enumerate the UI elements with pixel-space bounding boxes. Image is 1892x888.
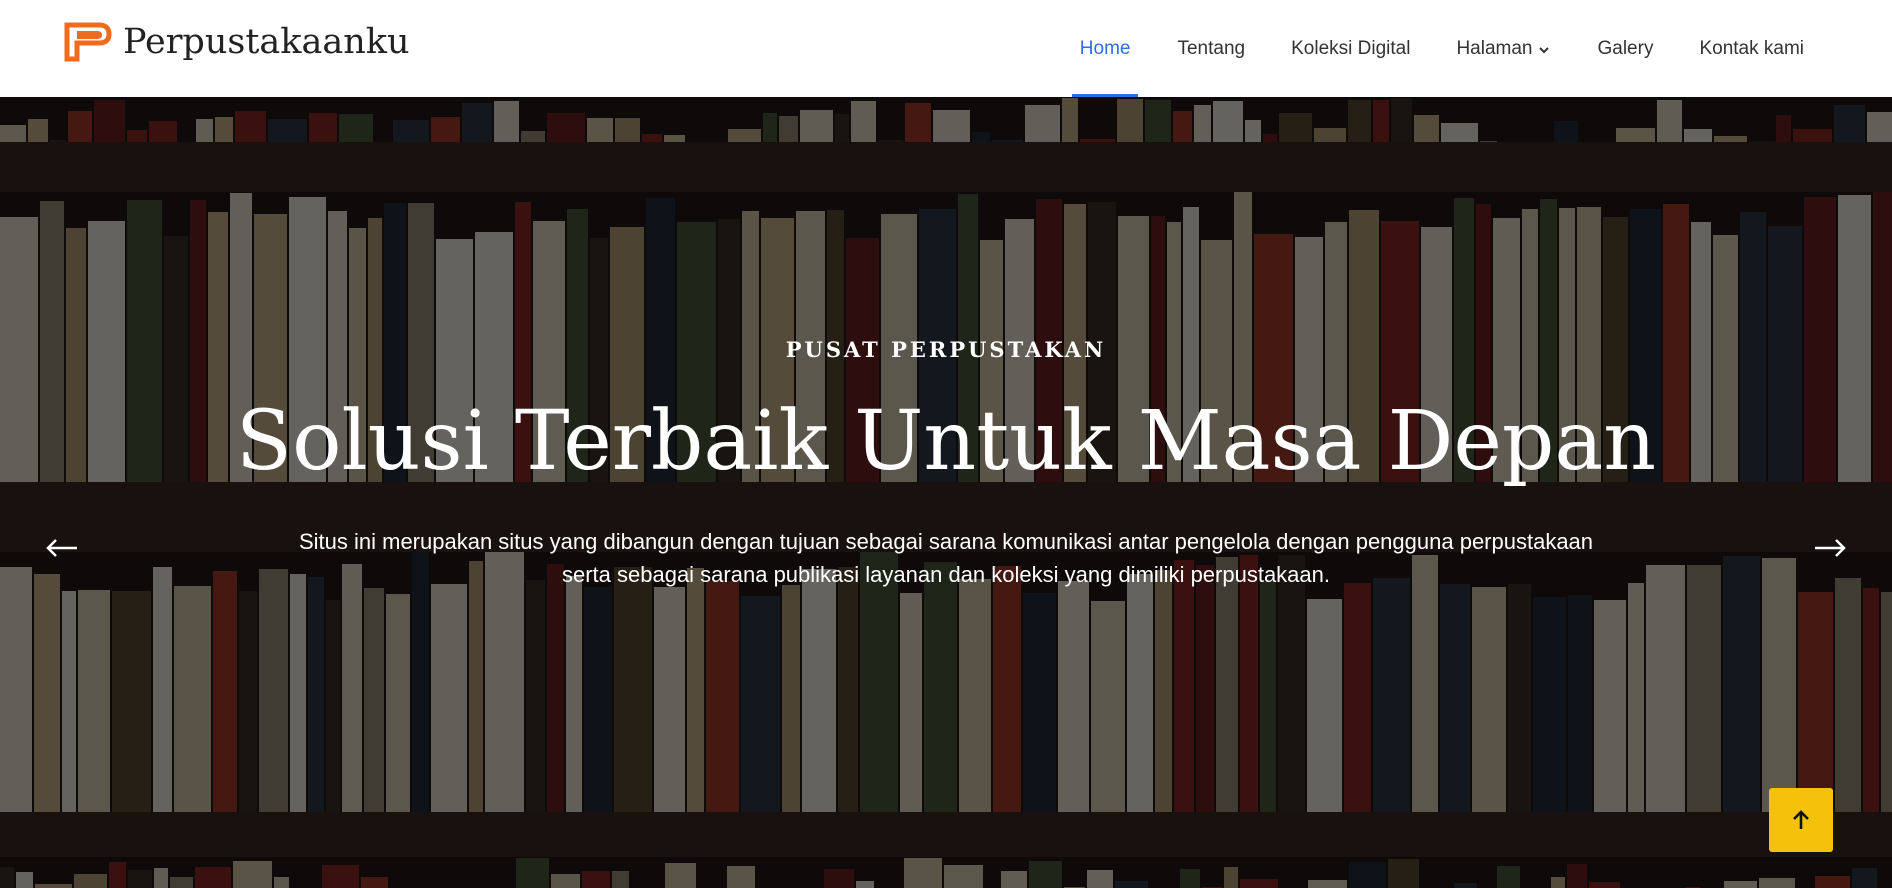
carousel-next-button[interactable] xyxy=(1804,522,1856,574)
arrow-right-icon xyxy=(1815,539,1846,557)
nav-item-tentang[interactable]: Tentang xyxy=(1177,0,1245,97)
carousel-prev-button[interactable] xyxy=(36,522,88,574)
nav-item-halaman[interactable]: Halaman xyxy=(1456,0,1550,97)
nav-item-label: Kontak kami xyxy=(1699,37,1804,59)
nav-item-label: Home xyxy=(1079,37,1131,59)
hero-overlay xyxy=(0,97,1892,888)
nav-item-home[interactable]: Home xyxy=(1071,0,1139,97)
nav-item-label: Koleksi Digital xyxy=(1291,37,1411,59)
brand-p-logo-icon xyxy=(64,22,112,62)
nav-item-koleksi-digital[interactable]: Koleksi Digital xyxy=(1291,0,1410,97)
nav-item-galery[interactable]: Galery xyxy=(1597,0,1653,97)
back-to-top-button[interactable] xyxy=(1769,788,1833,852)
brand-name: Perpustakaanku xyxy=(123,22,410,62)
nav-item-label: Halaman xyxy=(1456,37,1533,59)
arrow-left-icon xyxy=(46,539,77,557)
arrow-up-icon xyxy=(1793,810,1809,829)
navbar: Perpustakaanku Home Tentang Koleksi Digi… xyxy=(0,0,1892,97)
brand-link[interactable]: Perpustakaanku xyxy=(63,18,410,66)
hero-subtitle: PUSAT PERPUSTAKAN xyxy=(785,337,1107,362)
hero-title: Solusi Terbaik Untuk Masa Depan xyxy=(235,394,1657,489)
main-nav: Home Tentang Koleksi Digital Halaman Gal… xyxy=(1071,0,1892,97)
nav-item-label: Galery xyxy=(1597,37,1654,59)
hero-description: Situs ini merupakan situs yang dibangun … xyxy=(298,529,1594,587)
hero-carousel: PUSAT PERPUSTAKAN Solusi Terbaik Untuk M… xyxy=(0,97,1892,888)
chevron-down-icon xyxy=(1539,46,1550,53)
nav-item-label: Tentang xyxy=(1177,37,1246,59)
nav-item-kontak-kami[interactable]: Kontak kami xyxy=(1699,0,1804,97)
